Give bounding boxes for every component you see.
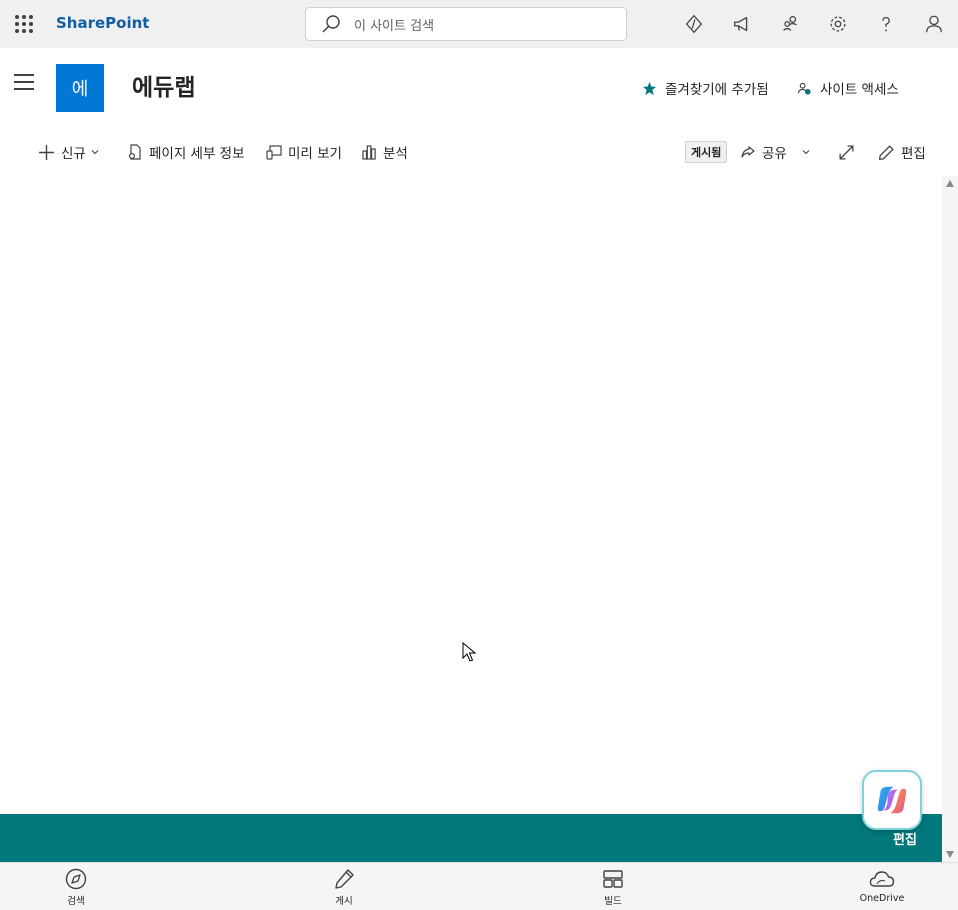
edit-fab-label[interactable]: 편집 — [893, 829, 917, 848]
edit-button[interactable]: 편집 — [878, 140, 926, 164]
share-icon — [741, 146, 755, 158]
analytics-label: 분석 — [383, 146, 408, 162]
new-button[interactable]: 신규 — [38, 140, 100, 164]
vertical-scrollbar[interactable] — [942, 176, 958, 862]
site-search-box[interactable]: 이 사이트 검색 — [305, 7, 627, 41]
bottom-app-bar: 검색 게시 빌드 OneDrive — [0, 862, 958, 910]
nav-post-label: 게시 — [335, 896, 353, 907]
layout-icon — [603, 870, 623, 888]
nav-build-label: 빌드 — [604, 896, 622, 907]
footer-band — [0, 814, 942, 862]
nav-onedrive-label: OneDrive — [859, 893, 905, 904]
site-logo[interactable]: 에 — [56, 64, 104, 112]
nav-search-label: 검색 — [67, 896, 85, 907]
page-details-button[interactable]: 페이지 세부 정보 — [127, 140, 245, 164]
search-placeholder: 이 사이트 검색 — [354, 18, 435, 34]
pen-icon — [335, 869, 354, 889]
new-label: 신규 — [61, 146, 86, 162]
nav-build[interactable]: 빌드 — [573, 867, 653, 907]
pencil-icon — [878, 144, 894, 160]
hamburger-menu-icon[interactable] — [14, 74, 34, 90]
chevron-down-icon — [802, 150, 810, 155]
site-access-button[interactable]: 사이트 액세스 — [797, 78, 899, 98]
site-title[interactable]: 에듀랩 — [132, 68, 195, 102]
star-icon — [642, 81, 657, 95]
megaphone-icon[interactable] — [730, 12, 754, 36]
preview-icon — [266, 145, 282, 160]
share-button[interactable]: 공유 — [740, 140, 811, 164]
page-details-label: 페이지 세부 정보 — [149, 146, 245, 162]
account-icon[interactable] — [922, 12, 946, 36]
site-access-label: 사이트 액세스 — [820, 82, 899, 98]
copilot-button[interactable] — [862, 770, 922, 830]
site-access-icon — [797, 82, 811, 95]
expand-button[interactable] — [838, 140, 861, 164]
copilot-diamond-icon[interactable] — [682, 12, 706, 36]
share-label: 공유 — [762, 146, 787, 162]
page-settings-icon — [128, 144, 141, 160]
preview-label: 미리 보기 — [288, 146, 342, 162]
sharepoint-brand[interactable]: SharePoint — [56, 14, 149, 32]
suite-bar: SharePoint 이 사이트 검색 — [0, 0, 958, 48]
help-icon[interactable] — [874, 12, 898, 36]
preview-button[interactable]: 미리 보기 — [266, 140, 342, 164]
gear-icon[interactable] — [826, 12, 850, 36]
nav-post[interactable]: 게시 — [304, 867, 384, 907]
cloud-icon — [869, 871, 895, 887]
mouse-cursor-icon — [462, 641, 477, 666]
bar-chart-icon — [362, 145, 376, 160]
published-status-badge: 게시됨 — [685, 141, 728, 163]
nav-onedrive[interactable]: OneDrive — [842, 867, 922, 904]
nav-search[interactable]: 검색 — [36, 867, 116, 907]
search-icon — [322, 15, 340, 33]
copilot-icon — [877, 786, 907, 814]
chevron-down-icon — [91, 150, 99, 155]
analytics-button[interactable]: 분석 — [361, 140, 408, 164]
scroll-up-arrow-icon[interactable] — [946, 180, 954, 187]
favorite-label: 즐겨찾기에 추가됨 — [665, 82, 769, 98]
plus-icon — [39, 144, 54, 160]
edit-label: 편집 — [901, 146, 926, 162]
expand-icon — [839, 144, 854, 160]
app-launcher-icon[interactable] — [12, 12, 36, 36]
people-icon[interactable] — [778, 12, 802, 36]
scroll-down-arrow-icon[interactable] — [946, 851, 954, 858]
compass-icon — [65, 868, 87, 890]
favorite-button[interactable]: 즐겨찾기에 추가됨 — [642, 78, 769, 98]
